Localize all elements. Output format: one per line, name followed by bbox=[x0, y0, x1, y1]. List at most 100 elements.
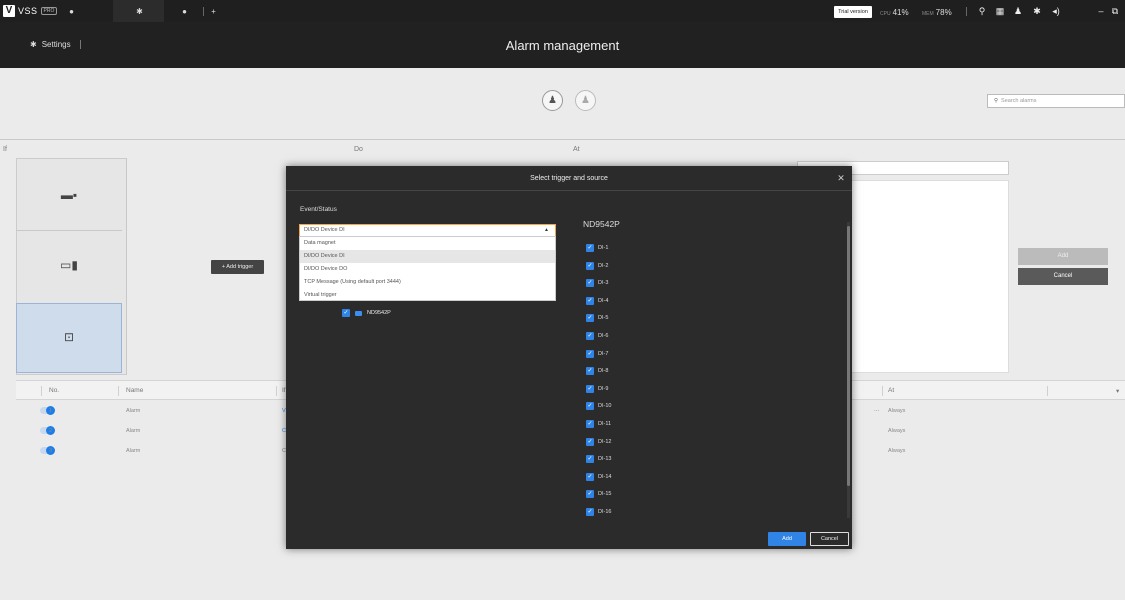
checkbox-checked-icon[interactable]: ✓ bbox=[586, 314, 594, 323]
section-divider bbox=[0, 139, 1125, 140]
checkbox-checked-icon[interactable]: ✓ bbox=[586, 437, 594, 446]
editor-add-button[interactable]: Add bbox=[1018, 248, 1108, 265]
playback-tab-eye-icon[interactable]: ● bbox=[180, 7, 189, 16]
remove-alarm-button[interactable]: ♟ bbox=[575, 90, 596, 111]
di-input-item[interactable]: ✓ DI-4 bbox=[586, 296, 608, 305]
minimize-icon[interactable]: – bbox=[1096, 6, 1106, 16]
dropdown-option[interactable]: Virtual trigger bbox=[300, 289, 555, 302]
pro-badge: PRO bbox=[40, 7, 58, 15]
di-input-label: DI-1 bbox=[598, 245, 609, 251]
checkbox-checked-icon[interactable]: ✓ bbox=[586, 296, 594, 305]
dropdown-option[interactable]: Data magnet bbox=[300, 237, 555, 250]
di-input-item[interactable]: ✓ DI-14 bbox=[586, 472, 611, 481]
row-name: Alarm bbox=[126, 408, 141, 414]
select-trigger-dialog: Select trigger and source ✕ Event/Status… bbox=[286, 166, 852, 549]
di-input-item[interactable]: ✓ DI-11 bbox=[586, 420, 611, 428]
checkbox-checked-icon[interactable]: ✓ bbox=[586, 261, 594, 270]
checkbox-checked-icon[interactable]: ✓ bbox=[586, 349, 594, 358]
search-input[interactable]: ⚲ Search alarms bbox=[987, 94, 1125, 108]
row-at: Always bbox=[888, 428, 906, 434]
bell-plus-icon: ♟ bbox=[548, 95, 557, 106]
row-number: 3 bbox=[49, 448, 53, 454]
th-no: No. bbox=[49, 387, 60, 394]
settings-tab-gear-icon: ✱ bbox=[136, 7, 143, 16]
row-number: 1 bbox=[49, 408, 53, 414]
dropdown-option[interactable]: DI/DO Device DO bbox=[300, 263, 555, 276]
di-input-item[interactable]: ✓ DI-10 bbox=[586, 402, 611, 411]
checkbox-checked-icon[interactable]: ✓ bbox=[586, 384, 594, 393]
checkbox-checked-icon[interactable]: ✓ bbox=[586, 490, 594, 499]
column-menu-chevron-down-icon[interactable]: ▾ bbox=[1116, 387, 1119, 395]
di-input-item[interactable]: ✓ DI-2 bbox=[586, 261, 609, 270]
di-input-item[interactable]: ✓ DI-6 bbox=[586, 332, 608, 340]
app-name: VSS bbox=[18, 6, 38, 16]
column-divider bbox=[118, 386, 119, 396]
event-dropdown-list: Data magnet DI/DO Device DI DI/DO Device… bbox=[299, 236, 556, 301]
search-icon[interactable]: ⚲ bbox=[977, 6, 987, 16]
checkbox-checked-icon[interactable]: ✓ bbox=[342, 309, 350, 317]
di-input-item[interactable]: ✓ DI-8 bbox=[586, 367, 609, 376]
grid-icon[interactable]: ▦ bbox=[995, 6, 1005, 16]
di-input-item[interactable]: ✓ DI-9 bbox=[586, 384, 608, 393]
th-at: At bbox=[888, 387, 895, 394]
bell-icon[interactable]: ♟ bbox=[1013, 6, 1023, 16]
gear-icon[interactable]: ✱ bbox=[1032, 6, 1042, 16]
di-input-label: DI-13 bbox=[598, 456, 612, 463]
th-name: Name bbox=[126, 387, 144, 394]
checkbox-checked-icon[interactable]: ✓ bbox=[586, 244, 594, 252]
panel-divider bbox=[126, 158, 127, 375]
column-divider bbox=[41, 386, 42, 396]
folder-icon bbox=[355, 310, 362, 316]
di-input-label: DI-6 bbox=[598, 333, 609, 339]
camera-icon[interactable]: ▬▪ bbox=[57, 188, 81, 202]
di-input-item[interactable]: ✓ DI-3 bbox=[586, 279, 608, 288]
checkbox-checked-icon[interactable]: ✓ bbox=[586, 455, 594, 464]
more-actions-icon[interactable]: ··· bbox=[874, 408, 880, 414]
dropdown-option[interactable]: DI/DO Device DI bbox=[300, 250, 555, 263]
di-input-label: DI-2 bbox=[598, 262, 609, 269]
checkbox-checked-icon[interactable]: ✓ bbox=[586, 332, 594, 340]
mem-usage: MEM 78% bbox=[922, 8, 952, 17]
event-status-label: Event/Status bbox=[300, 206, 337, 213]
device-tree-item[interactable]: ✓ ND9542P bbox=[342, 309, 391, 317]
checkbox-checked-icon[interactable]: ✓ bbox=[586, 402, 594, 411]
source-device-title: ND9542P bbox=[583, 219, 620, 229]
at-column-header: At bbox=[573, 146, 580, 153]
di-input-item[interactable]: ✓ DI-5 bbox=[586, 314, 609, 323]
dialog-add-button[interactable]: Add bbox=[768, 532, 806, 546]
di-input-item[interactable]: ✓ DI-12 bbox=[586, 437, 611, 446]
checkbox-checked-icon[interactable]: ✓ bbox=[586, 367, 594, 376]
checkbox-checked-icon[interactable]: ✓ bbox=[586, 472, 594, 481]
app-logo: V VSS PRO bbox=[3, 5, 58, 17]
di-input-item[interactable]: ✓ DI-16 bbox=[586, 508, 611, 516]
nvr-device-icon[interactable]: ▭▮ bbox=[57, 258, 81, 272]
restore-icon[interactable]: ⧉ bbox=[1110, 6, 1120, 16]
device-name: ND9542P bbox=[367, 310, 391, 316]
di-input-item[interactable]: ✓ DI-15 bbox=[586, 490, 611, 499]
close-icon[interactable]: ✕ bbox=[836, 173, 846, 183]
checkbox-checked-icon[interactable]: ✓ bbox=[586, 279, 594, 288]
di-input-label: DI-5 bbox=[598, 315, 609, 322]
di-input-item[interactable]: ✓ DI-7 bbox=[586, 349, 608, 358]
liveview-tab-eye-icon[interactable]: ● bbox=[67, 7, 76, 16]
dialog-cancel-button[interactable]: Cancel bbox=[810, 532, 849, 546]
speaker-icon[interactable]: ◂) bbox=[1051, 6, 1061, 16]
source-divider bbox=[16, 230, 122, 231]
dropdown-option[interactable]: TCP Message (Using default port 3444) bbox=[300, 276, 555, 289]
selected-event: DI/DO Device DI bbox=[304, 227, 345, 233]
plus-icon[interactable]: + bbox=[209, 7, 218, 16]
di-input-label: DI-8 bbox=[598, 368, 609, 375]
trial-version-badge[interactable]: Trial version bbox=[834, 6, 872, 18]
add-alarm-button[interactable]: ♟ bbox=[542, 90, 563, 111]
checkbox-checked-icon[interactable]: ✓ bbox=[586, 420, 594, 428]
checkbox-checked-icon[interactable]: ✓ bbox=[586, 508, 594, 516]
di-input-item[interactable]: ✓ DI-13 bbox=[586, 455, 612, 464]
editor-cancel-button[interactable]: Cancel bbox=[1018, 268, 1108, 285]
row-number: 2 bbox=[49, 428, 53, 434]
row-at: Always bbox=[888, 448, 906, 454]
add-trigger-button[interactable]: + Add trigger bbox=[211, 260, 264, 274]
dialog-title: Select trigger and source bbox=[286, 166, 852, 191]
di-input-item[interactable]: ✓ DI-1 bbox=[586, 244, 608, 252]
row-at: Always bbox=[888, 408, 906, 414]
dialog-scrollbar-thumb[interactable] bbox=[847, 226, 850, 486]
